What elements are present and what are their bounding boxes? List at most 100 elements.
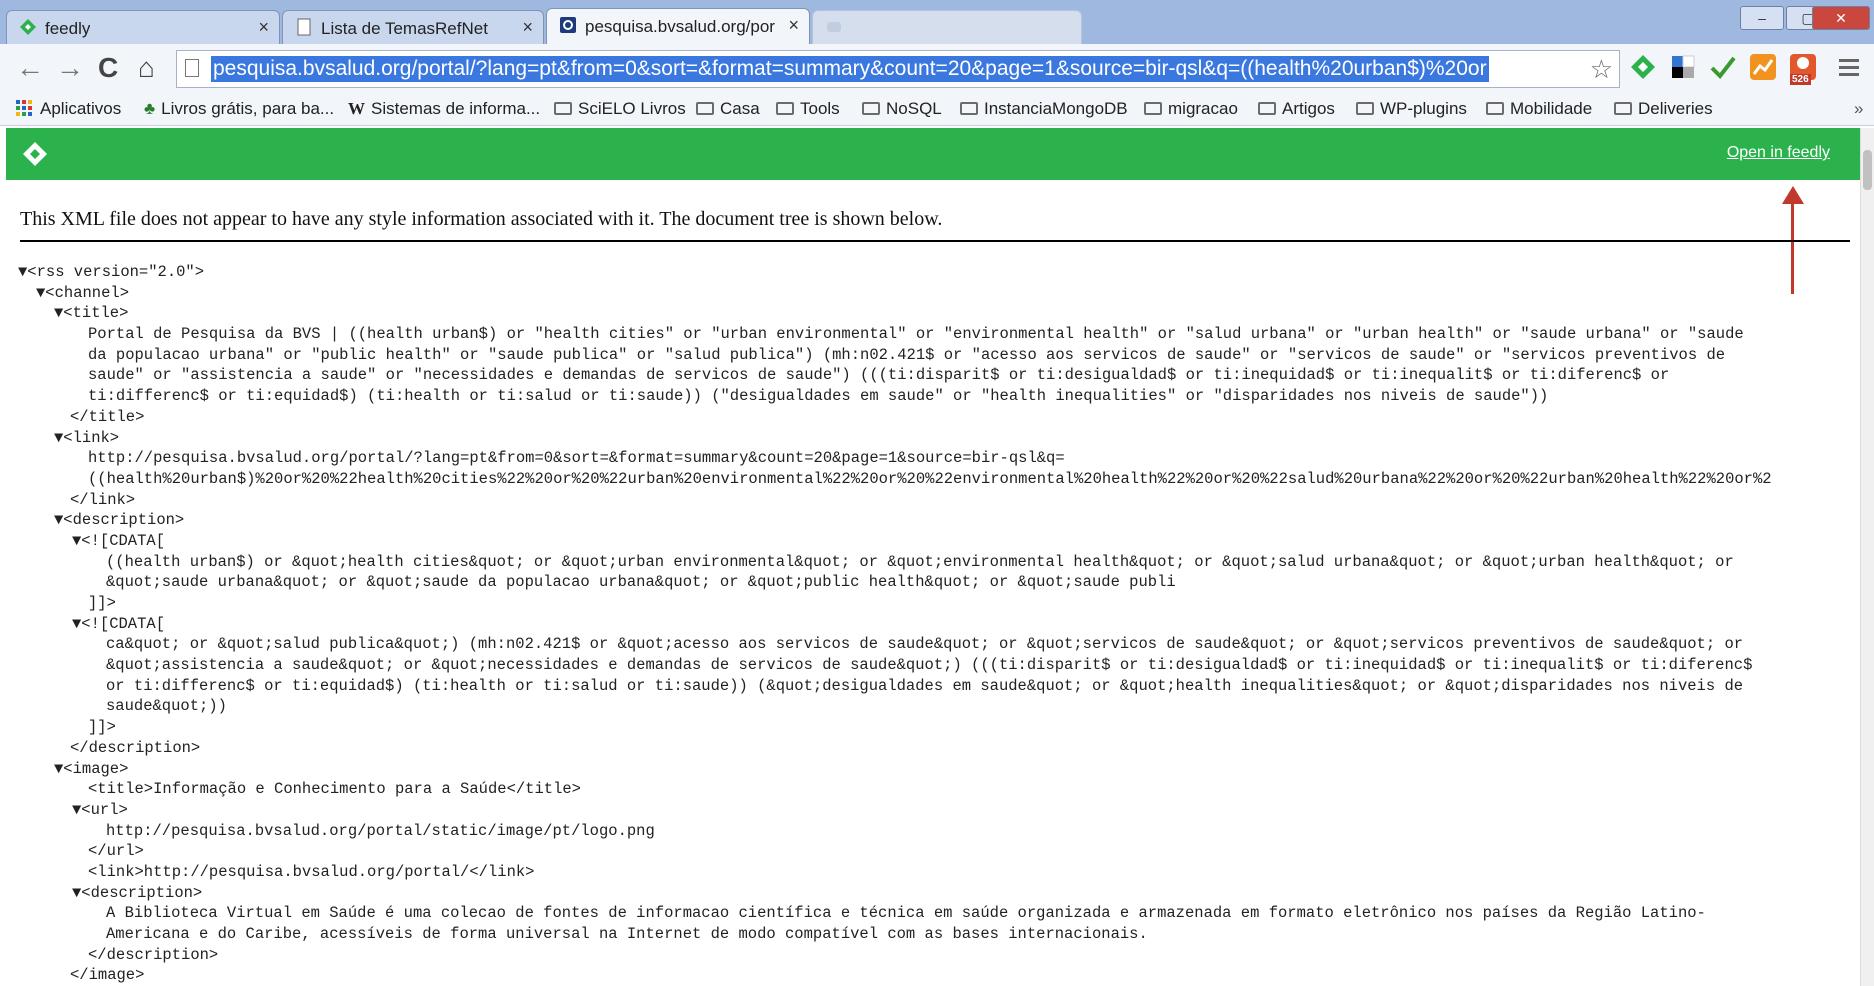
xml-text-line: ti:differenc$ or ti:equidad$) (ti:health… (88, 387, 1549, 406)
xml-line-image-title: <title>Informação e Conhecimento para a … (88, 780, 581, 799)
xml-line-image-close: </image> (70, 966, 145, 985)
bookmarks-overflow-button[interactable]: » (1854, 97, 1863, 121)
forward-button[interactable]: → (56, 52, 84, 84)
tab-blurred[interactable] (812, 10, 1082, 44)
bookmark-label: Tools (800, 99, 840, 118)
xml-text-line: or ti:differenc$ or ti:equidad$) (ti:hea… (106, 676, 1744, 695)
bookmark-mobilidade[interactable]: Mobilidade (1486, 97, 1592, 121)
reload-button[interactable]: C (98, 52, 118, 84)
browser-chrome: feedly × Lista de TemasRefNet × pesquisa… (0, 0, 1874, 126)
xml-tree: ▼<rss version="2.0"> ▼<channel> ▼<title>… (18, 262, 1858, 986)
xml-line-link-close: </link> (70, 490, 136, 509)
bookmark-label: migracao (1168, 99, 1238, 118)
tab-close-icon[interactable]: × (258, 17, 269, 38)
tab-lista-temas[interactable]: Lista de TemasRefNet × (282, 10, 544, 44)
bookmark-casa[interactable]: Casa (696, 97, 760, 121)
xml-line-image-open[interactable]: ▼<image> (18, 759, 1858, 780)
xml-line-cdata-open[interactable]: ▼<![CDATA[ (18, 614, 1858, 635)
bookmark-nosql[interactable]: NoSQL (862, 97, 942, 121)
feedly-bar: Open in feedly (6, 128, 1868, 180)
bookmark-deliveries[interactable]: Deliveries (1614, 97, 1713, 121)
home-button[interactable]: ⌂ (138, 52, 155, 84)
xml-line-description-close: </description> (70, 738, 201, 757)
folder-icon (1486, 102, 1504, 115)
folder-icon (554, 102, 572, 115)
analytics-extension-icon[interactable] (1748, 52, 1778, 82)
xml-line-image-link: <link>http://pesquisa.bvsalud.org/portal… (88, 862, 535, 881)
blurred-tab-icon (827, 22, 841, 32)
bookmark-label: WP-plugins (1380, 99, 1467, 118)
bookmark-label: Casa (720, 99, 760, 118)
delicious-extension-icon[interactable] (1668, 52, 1698, 82)
xml-text-line: ca&quot; or &quot;salud publica&quot;) (… (106, 635, 1744, 654)
tab-bvsalud[interactable]: pesquisa.bvsalud.org/port × (546, 8, 810, 44)
bookmark-livros[interactable]: ♣ Livros grátis, para ba... (144, 97, 334, 121)
bookmark-star-icon[interactable]: ☆ (1590, 54, 1613, 85)
folder-icon (1144, 102, 1162, 115)
xml-text-line: da populacao urbana" or "public health" … (88, 345, 1726, 364)
xml-line-link-open[interactable]: ▼<link> (18, 428, 1858, 449)
tab-label: feedly (45, 19, 91, 38)
open-in-feedly-link[interactable]: Open in feedly (1727, 144, 1830, 162)
xml-line-description-open[interactable]: ▼<description> (18, 510, 1858, 531)
tab-label: pesquisa.bvsalud.org/port (585, 17, 775, 36)
tab-close-icon[interactable]: × (522, 17, 533, 38)
menu-icon[interactable] (1836, 56, 1862, 80)
xml-text-line: Portal de Pesquisa da BVS | ((health urb… (88, 325, 1744, 344)
xml-text-line: ((health%20urban$)%20or%20%22health%20ci… (88, 469, 1772, 488)
bookmark-label: InstanciaMongoDB (984, 99, 1128, 118)
bookmark-label: Mobilidade (1510, 99, 1593, 118)
xml-text-line: A Biblioteca Virtual em Saúde é uma cole… (106, 904, 1706, 923)
divider (20, 240, 1850, 242)
xml-line-cdata-open[interactable]: ▼<![CDATA[ (18, 531, 1858, 552)
bookmark-artigos[interactable]: Artigos (1258, 97, 1335, 121)
xml-line-cdata-close: ]]> (88, 718, 116, 737)
xml-text-line: http://pesquisa.bvsalud.org/portal/stati… (106, 821, 655, 840)
xml-line-rss[interactable]: ▼<rss version="2.0"> (18, 262, 1858, 283)
xml-line-cdata-close: ]]> (88, 594, 116, 612)
xml-text-line: &quot;assistencia a saude&quot; or &quot… (106, 656, 1753, 675)
annotation-arrow-head (1782, 186, 1804, 204)
xml-line-channel[interactable]: ▼<channel> (18, 283, 1858, 304)
folder-icon (960, 102, 978, 115)
extension-badge: 526 (1790, 74, 1811, 85)
spellcheck-extension-icon[interactable] (1708, 52, 1738, 82)
bookmark-sistemas[interactable]: W Sistemas de informa... (348, 97, 540, 121)
xml-text-line: Americana e do Caribe, acessíveis de for… (106, 925, 1148, 943)
scrollbar-thumb[interactable] (1863, 150, 1872, 190)
apps-grid-icon (16, 100, 32, 116)
bookmark-label: Deliveries (1638, 99, 1713, 118)
bookmark-scielo[interactable]: SciELO Livros (554, 97, 686, 121)
bookmark-wp-plugins[interactable]: WP-plugins (1356, 97, 1467, 121)
wikipedia-icon: W (348, 99, 365, 118)
xml-text-line: ((health urban$) or &quot;health cities&… (106, 552, 1734, 571)
xml-line-description-open[interactable]: ▼<description> (18, 883, 1858, 904)
bookmark-label: Sistemas de informa... (371, 99, 541, 118)
tab-close-icon[interactable]: × (788, 15, 799, 36)
bookmark-tools[interactable]: Tools (776, 97, 840, 121)
folder-icon (862, 102, 880, 115)
bvs-icon (560, 17, 576, 33)
feedly-extension-icon[interactable] (1628, 52, 1658, 82)
xml-text-line: saude&quot;)) (106, 697, 227, 716)
xml-line-title-open[interactable]: ▼<title> (18, 303, 1858, 324)
bookmark-label: Artigos (1282, 99, 1335, 118)
xml-line-url-open[interactable]: ▼<url> (18, 800, 1858, 821)
minimize-button[interactable]: – (1740, 6, 1784, 30)
bookmark-migracao[interactable]: migracao (1144, 97, 1238, 121)
tab-feedly[interactable]: feedly × (6, 10, 280, 44)
bookmark-instanciamongodb[interactable]: InstanciaMongoDB (960, 97, 1128, 121)
xml-text-line: http://pesquisa.bvsalud.org/portal/?lang… (88, 449, 1065, 468)
bookmark-label: Aplicativos (40, 99, 122, 118)
xml-line-url-close: </url> (88, 842, 144, 861)
page-icon (185, 59, 199, 77)
url-text[interactable]: pesquisa.bvsalud.org/portal/?lang=pt&fro… (211, 56, 1489, 82)
page-scrollbar[interactable] (1860, 128, 1874, 986)
xml-line-description-close: </description> (88, 945, 219, 964)
close-window-button[interactable]: ✕ (1812, 6, 1870, 30)
address-bar[interactable]: pesquisa.bvsalud.org/portal/?lang=pt&fro… (176, 50, 1620, 88)
xml-line-title-close: </title> (70, 407, 145, 426)
back-button[interactable]: ← (16, 52, 44, 84)
bookmark-apps[interactable]: Aplicativos (16, 97, 121, 121)
feedly-icon (20, 19, 36, 35)
